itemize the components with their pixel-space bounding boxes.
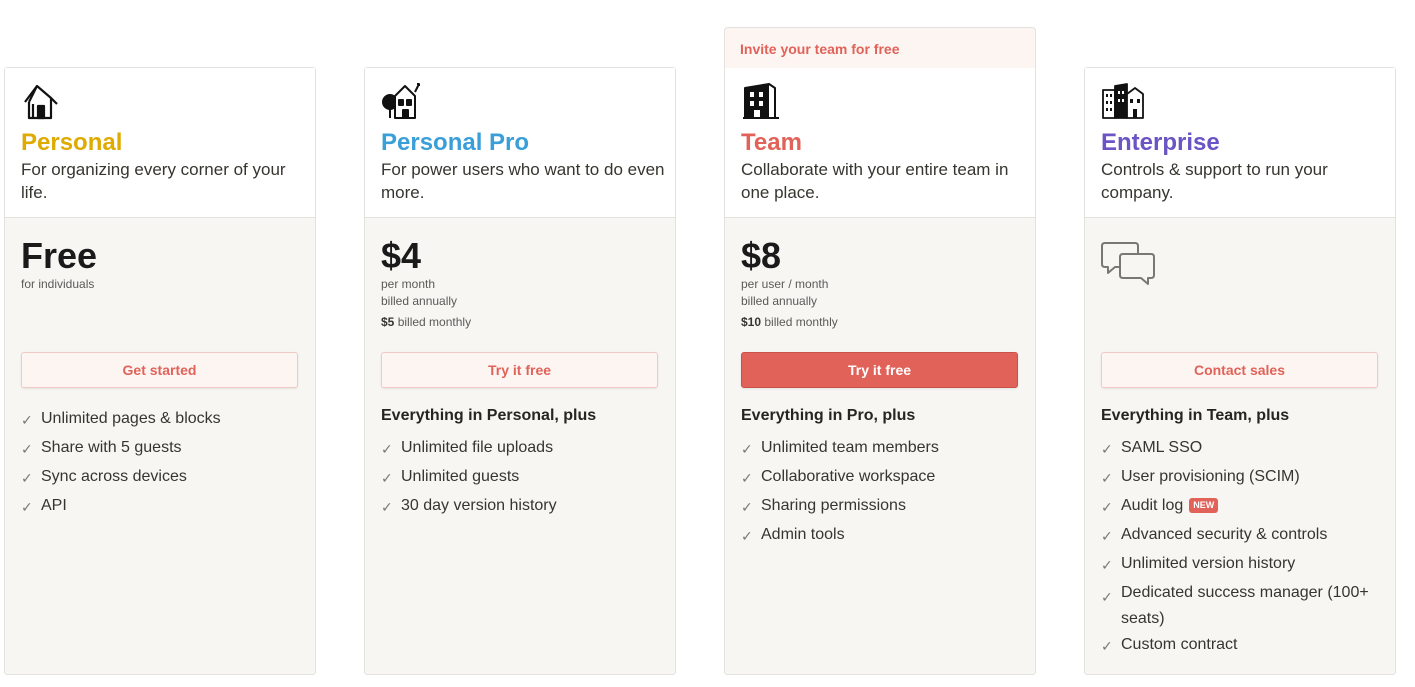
monthly-price-note: $10 billed monthly: [741, 315, 838, 329]
house-icon: [21, 82, 61, 122]
feature-item: ✓ Advanced security & controls: [1101, 526, 1328, 544]
check-icon: ✓: [1101, 470, 1113, 486]
feature-list: ✓ Unlimited file uploads ✓ Unlimited guest…: [381, 438, 666, 525]
plan-name: Personal Pro: [381, 129, 530, 156]
try-it-free-button[interactable]: Try it free: [741, 352, 1018, 388]
plan-name: Personal: [21, 129, 123, 156]
plan-name: Team: [741, 129, 802, 156]
get-started-button[interactable]: Get started: [21, 352, 298, 388]
check-icon: ✓: [21, 441, 33, 457]
feature-item: ✓ API: [21, 497, 67, 515]
chat-bubbles-icon: [1101, 240, 1155, 286]
feature-list: ✓ SAML SSO ✓ User provisioning (SCIM) ✓ Aud…: [1101, 438, 1386, 664]
plan-price: $8: [741, 235, 782, 276]
monthly-price-note: $5 billed monthly: [381, 315, 472, 329]
plan-card-personal-pro: Personal Pro For power users who want to…: [364, 67, 676, 675]
plus-heading: Everything in Pro, plus: [741, 407, 916, 424]
check-icon: ✓: [1101, 638, 1113, 654]
feature-list: ✓ Unlimited pages & blocks ✓ Share with 5 …: [21, 409, 306, 525]
plan-header: Personal For organizing every corner of …: [5, 68, 315, 218]
plan-description: Controls & support to run your company.: [1101, 160, 1328, 202]
building-icon: [741, 82, 781, 122]
plan-header: Team Collaborate with your entire team i…: [725, 68, 1035, 218]
new-badge: NEW: [1189, 498, 1219, 513]
check-icon: ✓: [741, 528, 753, 544]
plan-price: $4: [381, 235, 422, 276]
try-it-free-button[interactable]: Try it free: [381, 352, 658, 388]
plan-description: For power users who want to do even more…: [381, 160, 665, 202]
check-icon: ✓: [1101, 441, 1113, 457]
feature-item: ✓ Unlimited file uploads: [381, 439, 554, 457]
plan-header: Enterprise Controls & support to run you…: [1085, 68, 1395, 218]
feature-item: ✓ User provisioning (SCIM): [1101, 468, 1300, 486]
feature-item: ✓ Unlimited guests: [381, 468, 520, 486]
feature-item: ✓ Sharing permissions: [741, 497, 906, 515]
price-note: per month: [381, 277, 436, 291]
contact-sales-button[interactable]: Contact sales: [1101, 352, 1378, 388]
billing-note: billed annually: [741, 294, 818, 308]
team-banner: Invite your team for free: [724, 27, 1036, 68]
feature-list: ✓ Unlimited team members ✓ Collaborative w…: [741, 438, 1026, 554]
check-icon: ✓: [21, 412, 33, 428]
feature-item: ✓ Unlimited version history: [1101, 555, 1296, 573]
feature-item: ✓ Audit log NEW: [1101, 496, 1386, 516]
plan-card-personal: Personal For organizing every corner of …: [4, 67, 316, 675]
price-note: per user / month: [741, 277, 829, 291]
check-icon: ✓: [1101, 499, 1113, 515]
feature-item: ✓ Share with 5 guests: [21, 439, 182, 457]
plan-price: Free: [21, 235, 98, 276]
check-icon: ✓: [741, 499, 753, 515]
feature-item: ✓ Admin tools: [741, 526, 845, 544]
plan-description: For organizing every corner of your life…: [21, 160, 286, 202]
check-icon: ✓: [741, 470, 753, 486]
billing-note: billed annually: [381, 294, 458, 308]
price-note: for individuals: [21, 277, 95, 291]
check-icon: ✓: [381, 499, 393, 515]
feature-item: ✓ Unlimited team members: [741, 439, 939, 457]
plus-heading: Everything in Team, plus: [1101, 407, 1290, 424]
plan-card-enterprise: Enterprise Controls & support to run you…: [1084, 67, 1396, 675]
feature-item: ✓ Collaborative workspace: [741, 468, 936, 486]
check-icon: ✓: [381, 470, 393, 486]
check-icon: ✓: [21, 470, 33, 486]
plan-name: Enterprise: [1101, 129, 1220, 156]
feature-item: ✓ Dedicated success manager (100+ seats): [1101, 584, 1369, 627]
check-icon: ✓: [381, 441, 393, 457]
feature-item: ✓ Sync across devices: [21, 468, 187, 486]
check-icon: ✓: [741, 441, 753, 457]
house-tree-icon: [381, 82, 421, 122]
plan-description: Collaborate with your entire team in one…: [741, 160, 1009, 202]
plus-heading: Everything in Personal, plus: [381, 407, 597, 424]
feature-item: ✓ Custom contract: [1101, 636, 1238, 654]
check-icon: ✓: [1101, 557, 1113, 573]
check-icon: ✓: [21, 499, 33, 515]
plan-header: Personal Pro For power users who want to…: [365, 68, 675, 218]
feature-item: ✓ SAML SSO: [1101, 439, 1203, 457]
check-icon: ✓: [1101, 589, 1113, 605]
feature-item: ✓ 30 day version history: [381, 497, 557, 515]
plan-card-team: Invite your team for free Team Collabora…: [724, 27, 1036, 675]
feature-item: ✓ Unlimited pages & blocks: [21, 410, 221, 428]
check-icon: ✓: [1101, 528, 1113, 544]
city-icon: [1101, 82, 1144, 122]
